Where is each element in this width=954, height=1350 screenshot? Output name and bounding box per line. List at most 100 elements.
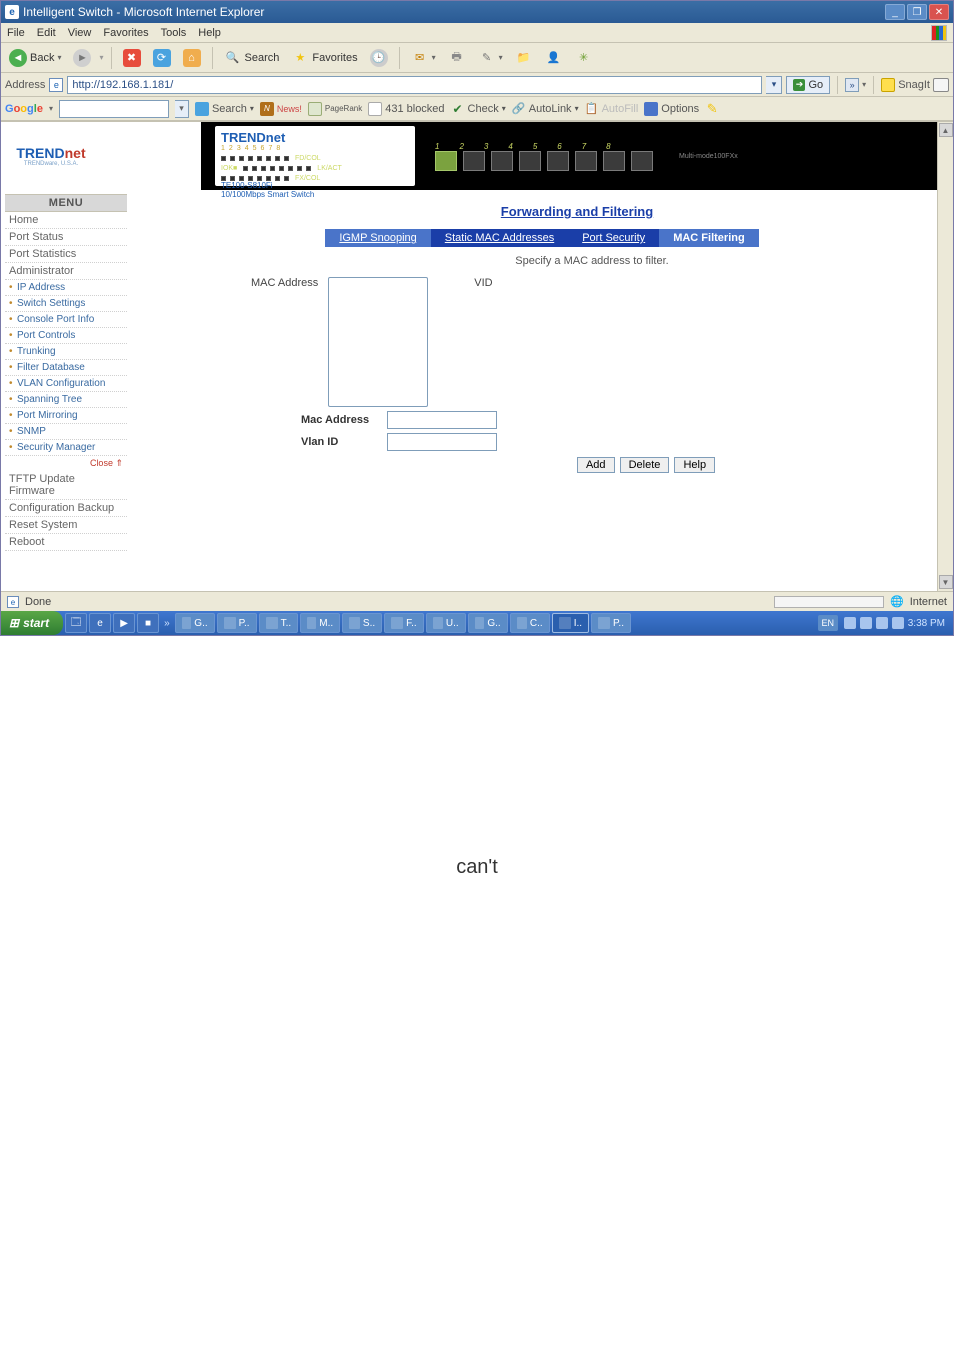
sidebar-switch-settings[interactable]: Switch Settings: [5, 296, 127, 312]
close-button[interactable]: ✕: [929, 4, 949, 20]
menu-file[interactable]: File: [7, 27, 25, 39]
task-5[interactable]: S..: [342, 613, 382, 633]
google-search-button[interactable]: Search▾: [195, 102, 254, 116]
menu-edit[interactable]: Edit: [37, 27, 56, 39]
status-bar: e Done 🌐 Internet: [1, 591, 953, 611]
sidebar-snmp[interactable]: SNMP: [5, 424, 127, 440]
history-button[interactable]: 🕒: [366, 47, 392, 69]
tab-igmp-snooping[interactable]: IGMP Snooping: [325, 229, 430, 247]
tab-static-mac[interactable]: Static MAC Addresses: [431, 229, 568, 247]
task-6[interactable]: F..: [384, 613, 424, 633]
sidebar-console-port-info[interactable]: Console Port Info: [5, 312, 127, 328]
task-1[interactable]: G..: [175, 613, 215, 633]
sidebar-security-manager[interactable]: Security Manager: [5, 440, 127, 456]
links-button[interactable]: » ▾: [845, 78, 866, 92]
mail-button[interactable]: ✉▾: [407, 47, 440, 69]
search-button[interactable]: 🔍Search: [220, 47, 284, 69]
google-pagerank[interactable]: PageRank: [308, 102, 362, 116]
sidebar-vlan-configuration[interactable]: VLAN Configuration: [5, 376, 127, 392]
google-options-button[interactable]: Options: [644, 102, 699, 116]
google-highlight-button[interactable]: ✎: [705, 102, 719, 116]
quicklaunch-ie[interactable]: e: [89, 613, 111, 633]
sidebar-port-status[interactable]: Port Status: [5, 229, 127, 246]
favorites-button[interactable]: ★Favorites: [287, 47, 361, 69]
sidebar-port-controls[interactable]: Port Controls: [5, 328, 127, 344]
task-11[interactable]: P..: [591, 613, 631, 633]
address-dropdown[interactable]: ▾: [766, 76, 782, 94]
snagit-capture-icon[interactable]: [933, 78, 949, 92]
tab-mac-filtering[interactable]: MAC Filtering: [659, 229, 759, 247]
go-button[interactable]: ➔ Go: [786, 76, 830, 94]
google-popup-blocker[interactable]: 431 blocked: [368, 102, 444, 116]
forward-button[interactable]: ►: [69, 47, 95, 69]
task-2[interactable]: P..: [217, 613, 257, 633]
delete-button[interactable]: Delete: [620, 457, 670, 473]
sidebar-menu-title: MENU: [5, 194, 127, 212]
help-button[interactable]: Help: [674, 457, 715, 473]
sidebar-trunking[interactable]: Trunking: [5, 344, 127, 360]
sidebar-tftp[interactable]: TFTP Update Firmware: [5, 471, 127, 500]
print-button[interactable]: 🖶: [444, 47, 470, 69]
sidebar-spanning-tree[interactable]: Spanning Tree: [5, 392, 127, 408]
tab-port-security[interactable]: Port Security: [568, 229, 659, 247]
scroll-down-icon[interactable]: ▼: [939, 575, 953, 589]
sidebar-ip-address[interactable]: IP Address: [5, 280, 127, 296]
start-button[interactable]: ⊞ start: [1, 611, 63, 635]
menu-tools[interactable]: Tools: [161, 27, 187, 39]
internet-zone-icon: 🌐: [890, 595, 904, 608]
google-news-button[interactable]: N News!: [260, 102, 302, 116]
edit-button[interactable]: ✎▾: [474, 47, 507, 69]
task-3[interactable]: T..: [259, 613, 299, 633]
google-search-dropdown[interactable]: ▾: [175, 100, 189, 118]
task-10[interactable]: I..: [552, 613, 589, 633]
tray-icon-4[interactable]: [892, 617, 904, 629]
sidebar-filter-database[interactable]: Filter Database: [5, 360, 127, 376]
sidebar-home[interactable]: Home: [5, 212, 127, 229]
tray-clock[interactable]: 3:38 PM: [908, 618, 945, 629]
stop-button[interactable]: ✖: [119, 47, 145, 69]
task-4[interactable]: M..: [300, 613, 340, 633]
google-search-input[interactable]: [59, 100, 169, 118]
menu-favorites[interactable]: Favorites: [103, 27, 148, 39]
tray-icon-2[interactable]: [860, 617, 872, 629]
vertical-scrollbar[interactable]: ▲ ▼: [937, 122, 953, 591]
tray-icon-1[interactable]: [844, 617, 856, 629]
minimize-button[interactable]: _: [885, 4, 905, 20]
quicklaunch-media[interactable]: ▶: [113, 613, 135, 633]
google-autofill-button[interactable]: 📋 AutoFill: [585, 102, 639, 116]
task-7[interactable]: U..: [426, 613, 466, 633]
folder-button[interactable]: 📁: [511, 47, 537, 69]
quicklaunch-desktop[interactable]: 🗔: [65, 613, 87, 633]
task-8[interactable]: G..: [468, 613, 508, 633]
sidebar-config-backup[interactable]: Configuration Backup: [5, 500, 127, 517]
sidebar-close[interactable]: Close: [5, 456, 127, 471]
home-button[interactable]: ⌂: [179, 47, 205, 69]
add-button[interactable]: Add: [577, 457, 615, 473]
address-input[interactable]: [67, 76, 762, 94]
menu-view[interactable]: View: [68, 27, 92, 39]
scroll-up-icon[interactable]: ▲: [939, 123, 953, 137]
sidebar-port-mirroring[interactable]: Port Mirroring: [5, 408, 127, 424]
mac-address-input[interactable]: [387, 411, 497, 429]
language-indicator[interactable]: EN: [818, 615, 838, 631]
mac-address-list[interactable]: [328, 277, 428, 407]
quicklaunch-overflow[interactable]: »: [161, 618, 173, 629]
menu-help[interactable]: Help: [198, 27, 221, 39]
google-logo[interactable]: Google: [5, 103, 43, 115]
google-check-button[interactable]: ✔ Check▾: [451, 102, 506, 116]
maximize-button[interactable]: ❐: [907, 4, 927, 20]
addon-button[interactable]: ✳: [571, 47, 597, 69]
quicklaunch-app[interactable]: ■: [137, 613, 159, 633]
tray-icon-3[interactable]: [876, 617, 888, 629]
sidebar-reset-system[interactable]: Reset System: [5, 517, 127, 534]
snagit-button[interactable]: SnagIt: [881, 78, 949, 92]
back-button[interactable]: ◄Back▾: [5, 47, 65, 69]
sidebar-port-statistics[interactable]: Port Statistics: [5, 246, 127, 263]
refresh-button[interactable]: ⟳: [149, 47, 175, 69]
sidebar-reboot[interactable]: Reboot: [5, 534, 127, 551]
vlan-id-input[interactable]: [387, 433, 497, 451]
sidebar-administrator[interactable]: Administrator: [5, 263, 127, 280]
task-9[interactable]: C..: [510, 613, 550, 633]
google-autolink-button[interactable]: 🔗 AutoLink▾: [512, 102, 579, 116]
discuss-button[interactable]: 👤: [541, 47, 567, 69]
